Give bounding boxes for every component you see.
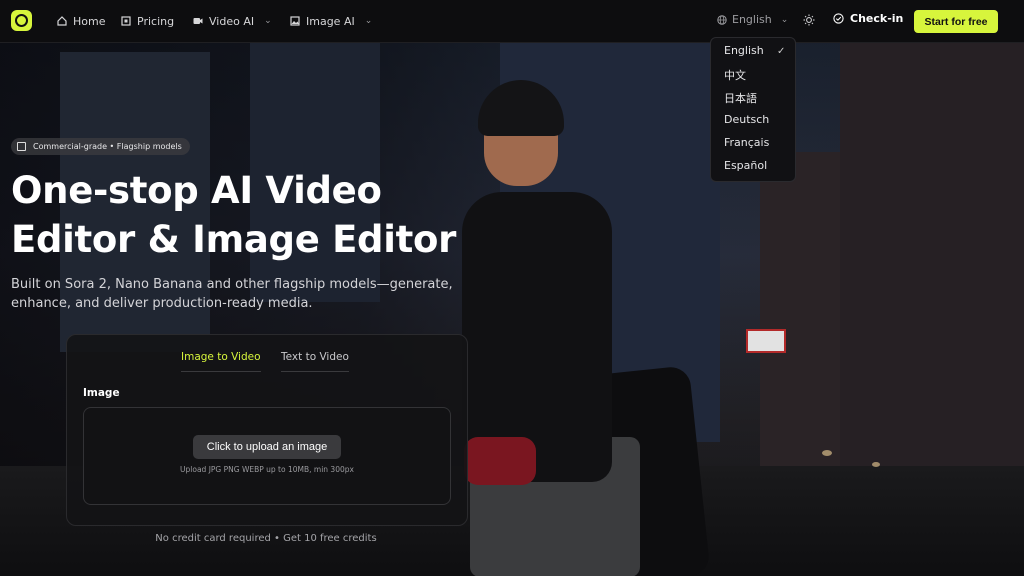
generator-card: Image to Video Text to Video Image Click… <box>66 334 468 526</box>
language-selector-label: English <box>732 13 772 26</box>
upload-hint: Upload JPG PNG WEBP up to 10MB, min 300p… <box>180 465 354 474</box>
street-sign <box>746 329 786 353</box>
video-icon <box>193 18 203 24</box>
nav-home[interactable]: Home <box>57 13 105 29</box>
top-navbar: Home Pricing Video AI ⌄ Image AI ⌄ Engli… <box>0 0 1024 43</box>
language-dropdown: English ✓ 中文 日本語 Deutsch Français Españo… <box>710 37 796 182</box>
pricing-icon <box>121 16 131 26</box>
language-option-french[interactable]: Français <box>724 136 769 149</box>
logo-mark <box>15 14 28 27</box>
nav-video-ai-label: Video AI <box>209 14 255 28</box>
language-option-english[interactable]: English <box>724 44 764 57</box>
language-option-spanish[interactable]: Español <box>724 159 767 172</box>
hero-title: One-stop AI Video Editor & Image Editor <box>11 166 511 264</box>
sun-icon[interactable] <box>803 14 815 26</box>
building <box>840 42 1024 522</box>
language-option-chinese[interactable]: 中文 <box>724 67 746 83</box>
nav-video-ai[interactable]: Video AI ⌄ <box>193 13 272 29</box>
start-for-free-button[interactable]: Start for free <box>914 10 998 33</box>
tab-text-to-video[interactable]: Text to Video <box>281 351 349 372</box>
hero-title-line2: Editor & Image Editor <box>11 218 457 261</box>
language-selector[interactable]: English ⌄ <box>717 13 788 26</box>
check-in-label: Check-in <box>850 12 904 25</box>
tab-image-to-video[interactable]: Image to Video <box>181 351 261 372</box>
check-circle-icon <box>833 13 844 24</box>
image-icon <box>290 16 300 26</box>
red-bag <box>464 437 536 485</box>
hero-title-line1: One-stop AI Video <box>11 169 382 212</box>
home-icon <box>57 16 67 26</box>
language-option-german[interactable]: Deutsch <box>724 113 769 126</box>
nav-pricing[interactable]: Pricing <box>121 13 174 29</box>
upload-image-button[interactable]: Click to upload an image <box>193 435 341 459</box>
badge-icon <box>17 142 26 151</box>
language-option-japanese[interactable]: 日本語 <box>724 90 757 106</box>
hero-badge: Commercial-grade • Flagship models <box>11 138 190 155</box>
nav-image-ai-label: Image AI <box>306 14 355 28</box>
car-light <box>872 462 880 467</box>
free-credits-note: No credit card required • Get 10 free cr… <box>155 533 377 544</box>
check-in-button[interactable]: Check-in <box>833 12 903 25</box>
image-dropzone[interactable]: Click to upload an image Upload JPG PNG … <box>83 407 451 505</box>
nav-image-ai[interactable]: Image AI ⌄ <box>290 13 372 29</box>
globe-icon <box>717 14 727 25</box>
nav-home-label: Home <box>73 14 106 28</box>
chevron-down-icon: ⌄ <box>264 16 272 26</box>
chevron-down-icon: ⌄ <box>780 14 789 25</box>
chevron-down-icon: ⌄ <box>364 16 373 26</box>
building <box>760 152 850 482</box>
image-field-label: Image <box>83 387 120 399</box>
hero-badge-text: Commercial-grade • Flagship models <box>33 142 182 151</box>
car-light <box>822 450 832 456</box>
checkmark-icon: ✓ <box>777 46 786 57</box>
logo[interactable] <box>11 10 32 31</box>
nav-pricing-label: Pricing <box>137 14 175 28</box>
hero-subtitle: Built on Sora 2, Nano Banana and other f… <box>11 277 453 311</box>
